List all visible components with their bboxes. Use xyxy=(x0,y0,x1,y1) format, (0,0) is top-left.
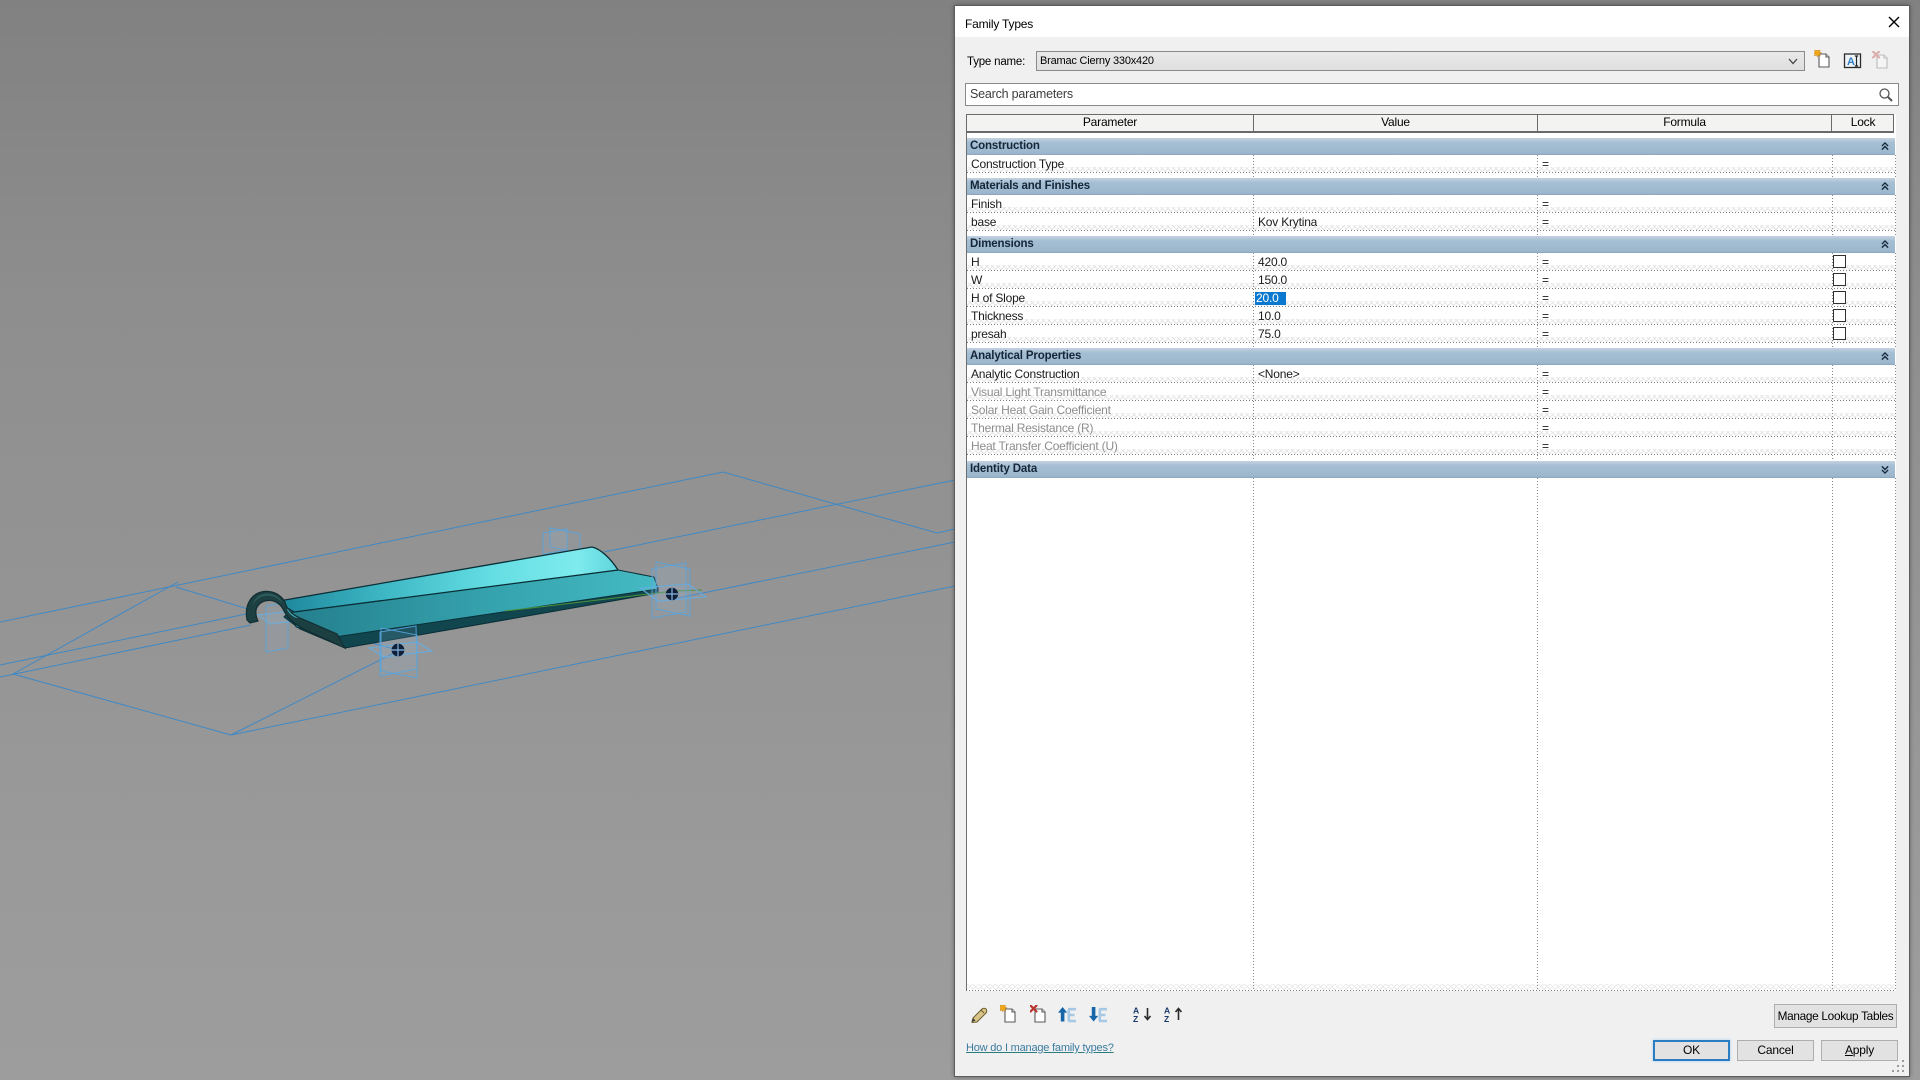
svg-text:Z: Z xyxy=(1164,1014,1169,1023)
svg-text:Z: Z xyxy=(1133,1014,1138,1023)
svg-text:A: A xyxy=(1847,56,1855,68)
